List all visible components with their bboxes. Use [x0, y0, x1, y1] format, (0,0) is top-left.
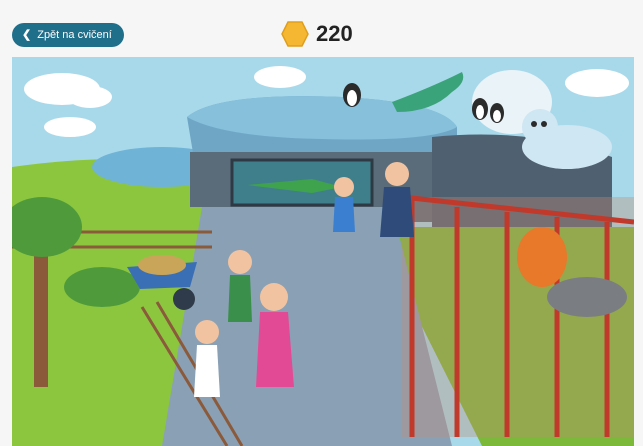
score-display: 220	[281, 20, 353, 48]
tiger[interactable]	[517, 227, 567, 287]
zoo-scene[interactable]	[12, 57, 634, 446]
back-button[interactable]: ❮ Zpět na cvičení	[12, 23, 124, 47]
score-value: 220	[316, 21, 353, 46]
zoo-illustration[interactable]	[12, 57, 634, 446]
chevron-left-icon: ❮	[22, 28, 32, 41]
back-button-label: Zpět na cvičení	[37, 29, 112, 41]
top-bar: ❮ Zpět na cvičení 220	[0, 0, 643, 56]
tiger-cage[interactable]	[401, 194, 634, 437]
hexagon-coin-icon	[281, 21, 309, 47]
